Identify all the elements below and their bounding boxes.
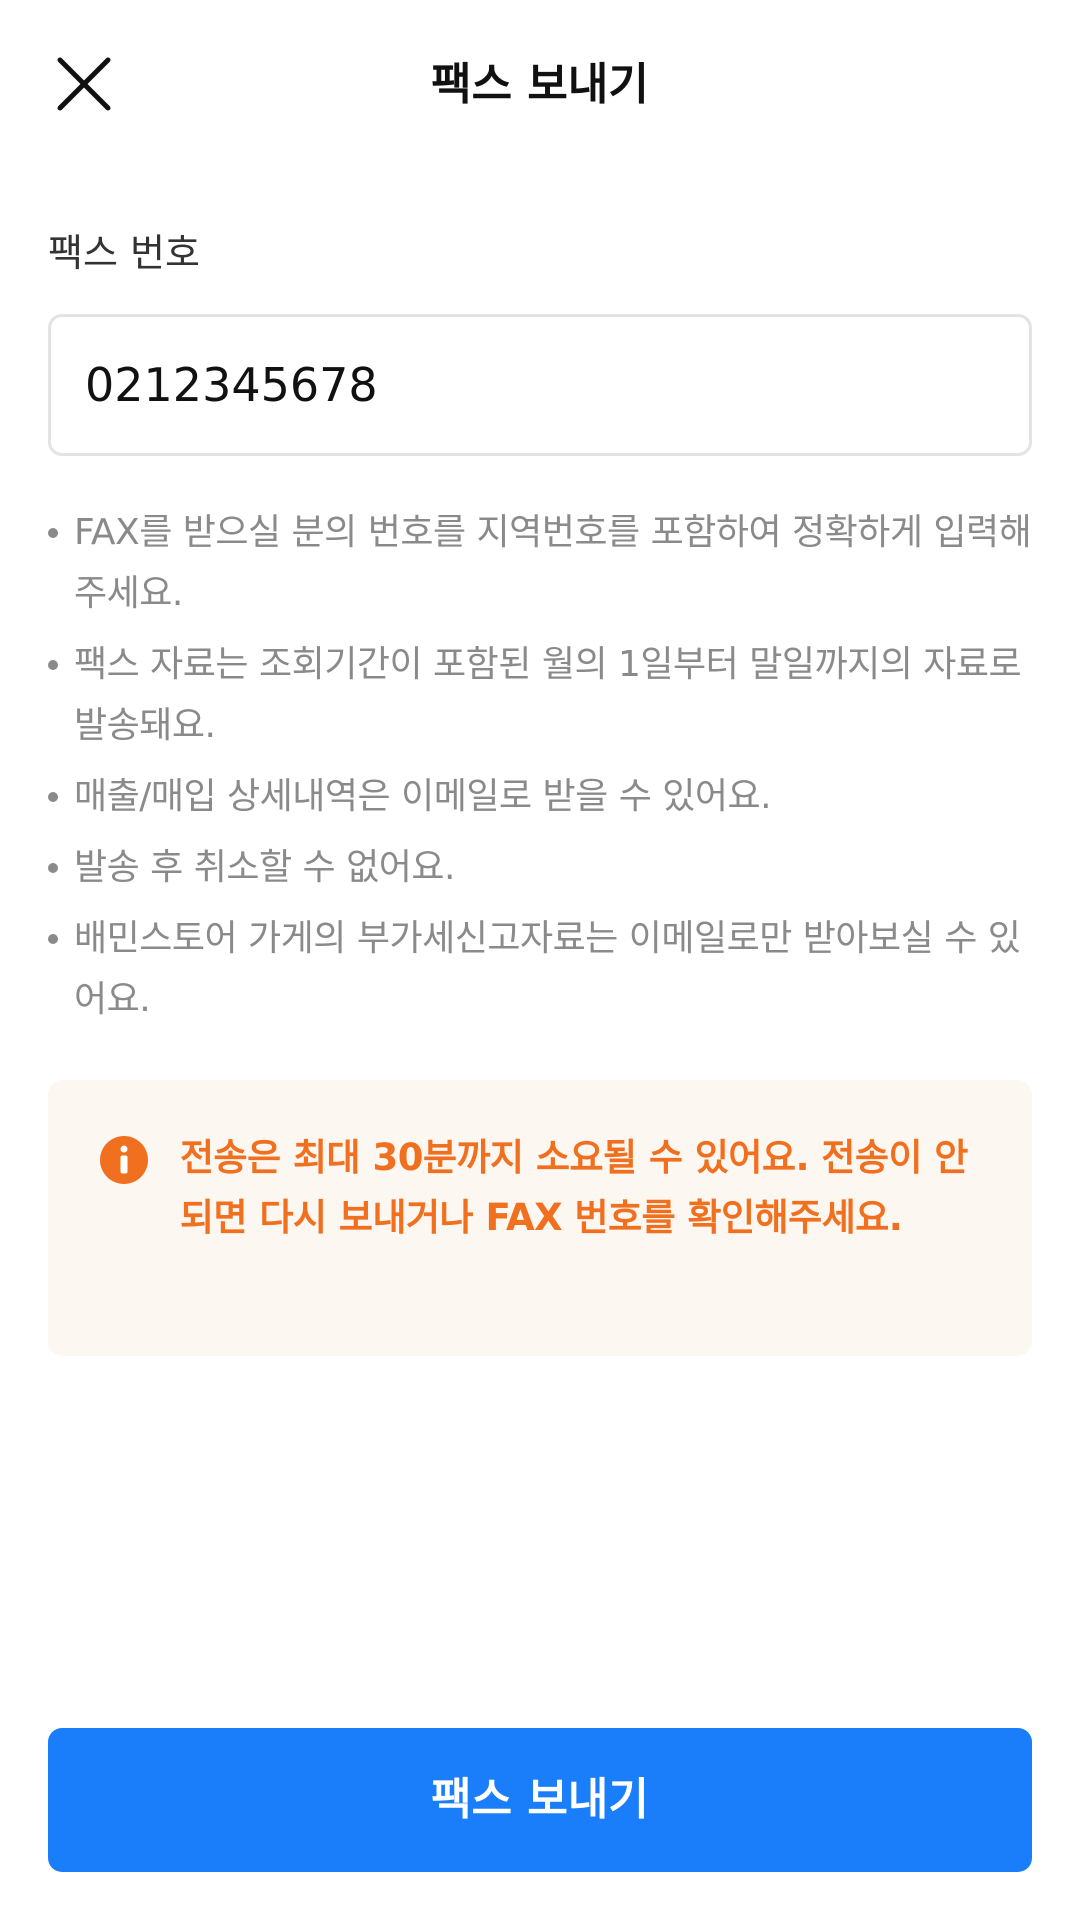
note-text: 팩스 자료는 조회기간이 포함된 월의 1일부터 말일까지의 자료로 발송돼요.: [74, 644, 1022, 746]
note-text: 배민스토어 가게의 부가세신고자료는 이메일로만 받아보실 수 있어요.: [74, 918, 1021, 1020]
close-icon: [57, 57, 111, 111]
note-item: FAX를 받으실 분의 번호를 지역번호를 포함하여 정확하게 입력해 주세요.: [44, 502, 1040, 624]
note-text: 매출/매입 상세내역은 이메일로 받을 수 있어요.: [74, 776, 772, 817]
note-item: 팩스 자료는 조회기간이 포함된 월의 1일부터 말일까지의 자료로 발송돼요.: [44, 634, 1040, 756]
note-item: 발송 후 취소할 수 없어요.: [44, 837, 1040, 898]
send-fax-button[interactable]: 팩스 보내기: [48, 1728, 1032, 1872]
notice-box: 전송은 최대 30분까지 소요될 수 있어요. 전송이 안되면 다시 보내거나 …: [48, 1080, 1032, 1356]
close-button[interactable]: [48, 48, 120, 120]
notes-list: FAX를 받으실 분의 번호를 지역번호를 포함하여 정확하게 입력해 주세요.…: [44, 502, 1040, 1040]
bullet-dot: [48, 792, 58, 802]
bullet-dot: [48, 934, 58, 944]
note-item: 매출/매입 상세내역은 이메일로 받을 수 있어요.: [44, 766, 1040, 827]
note-text: FAX를 받으실 분의 번호를 지역번호를 포함하여 정확하게 입력해 주세요.: [74, 512, 1032, 614]
notice-text: 전송은 최대 30분까지 소요될 수 있어요. 전송이 안되면 다시 보내거나 …: [180, 1136, 968, 1239]
note-text: 발송 후 취소할 수 없어요.: [74, 847, 455, 888]
bullet-dot: [48, 863, 58, 873]
info-icon: [100, 1136, 148, 1184]
bullet-dot: [48, 660, 58, 670]
fax-number-label: 팩스 번호: [48, 231, 200, 275]
note-item: 배민스토어 가게의 부가세신고자료는 이메일로만 받아보실 수 있어요.: [44, 908, 1040, 1030]
header-bar: 팩스 보내기: [0, 0, 1080, 170]
page-title: 팩스 보내기: [431, 59, 649, 110]
bullet-dot: [48, 528, 58, 538]
fax-number-input[interactable]: [48, 314, 1032, 456]
